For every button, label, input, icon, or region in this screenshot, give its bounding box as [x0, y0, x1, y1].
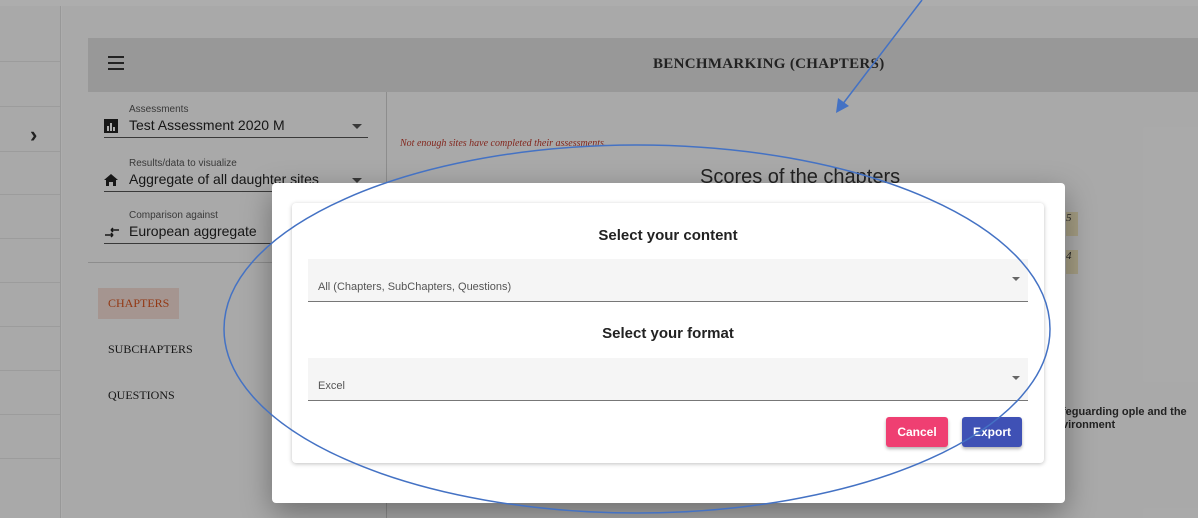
dropdown-caret-icon	[1012, 376, 1020, 380]
dropdown-caret-icon	[1012, 277, 1020, 281]
export-button[interactable]: Export	[962, 417, 1022, 447]
format-select-value: Excel	[318, 380, 345, 392]
content-select-value: All (Chapters, SubChapters, Questions)	[318, 281, 512, 293]
content-section-title: Select your content	[598, 227, 738, 244]
export-card: Select your content All (Chapters, SubCh…	[292, 203, 1044, 463]
export-dialog: Select your content All (Chapters, SubCh…	[272, 183, 1065, 503]
format-select[interactable]: Excel	[308, 358, 1028, 401]
content-select[interactable]: All (Chapters, SubChapters, Questions)	[308, 259, 1028, 302]
format-section-title: Select your format	[602, 325, 734, 342]
cancel-button[interactable]: Cancel	[886, 417, 948, 447]
